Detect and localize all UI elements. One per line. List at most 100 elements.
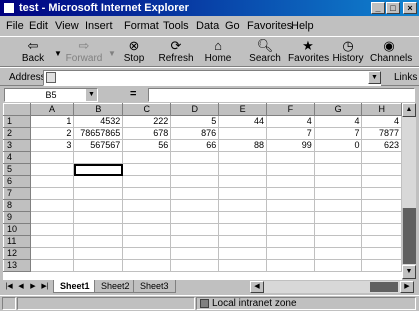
column-header[interactable]: D <box>170 103 220 116</box>
cell[interactable] <box>313 151 363 164</box>
back-history-dropdown[interactable]: ▼ <box>54 49 62 58</box>
cell[interactable]: 3 <box>29 139 75 152</box>
channels-button[interactable]: ◉ Channels <box>370 39 412 66</box>
cell[interactable] <box>361 151 402 164</box>
cell[interactable] <box>73 235 124 248</box>
cell[interactable] <box>266 211 315 224</box>
menu-tools[interactable]: Tools <box>163 20 189 33</box>
cell[interactable] <box>122 163 172 176</box>
sheet-tab-2[interactable]: Sheet2 <box>94 280 137 293</box>
cell[interactable] <box>73 223 124 236</box>
vertical-scroll-thumb[interactable] <box>402 208 416 264</box>
cell[interactable]: 2 <box>29 127 75 140</box>
cell[interactable]: 1 <box>29 115 75 128</box>
cell[interactable] <box>266 163 315 176</box>
cell[interactable] <box>122 247 172 260</box>
menu-format[interactable]: Format <box>124 20 159 33</box>
cell[interactable] <box>73 175 124 188</box>
cell[interactable] <box>313 211 363 224</box>
cell[interactable] <box>361 211 402 224</box>
row-header[interactable]: 6 <box>3 175 31 188</box>
maximize-button[interactable]: □ <box>386 2 400 14</box>
name-box-dropdown[interactable]: ▼ <box>86 89 97 101</box>
cell[interactable] <box>313 235 363 248</box>
cell[interactable] <box>73 199 124 212</box>
search-button[interactable]: 🔍︎ Search <box>247 39 283 66</box>
back-button[interactable]: ⇦ Back <box>16 39 50 66</box>
home-button[interactable]: ⌂ Home <box>202 39 234 66</box>
cell[interactable] <box>266 259 315 272</box>
cell[interactable] <box>122 199 172 212</box>
favorites-button[interactable]: ★ Favorites <box>288 39 329 66</box>
ie-window-icon[interactable] <box>3 2 15 14</box>
first-sheet-button[interactable]: |◀ <box>3 280 15 293</box>
cell[interactable] <box>218 199 267 212</box>
cell[interactable] <box>313 259 363 272</box>
cell[interactable]: 4532 <box>73 115 124 128</box>
name-box[interactable]: B5 <box>4 88 98 102</box>
column-header[interactable]: B <box>73 103 124 116</box>
forward-button[interactable]: ⇨ Forward <box>64 39 104 66</box>
spreadsheet-grid[interactable]: A B C D E F G H 1 1 4532 222 5 44 4 4 4 2 2 7865786… <box>3 103 402 281</box>
cell[interactable] <box>361 235 402 248</box>
cell[interactable] <box>313 175 363 188</box>
cell[interactable] <box>218 247 267 260</box>
history-button[interactable]: ◷ History <box>332 39 364 66</box>
cell[interactable] <box>266 235 315 248</box>
cell[interactable] <box>361 199 402 212</box>
cell[interactable] <box>218 175 267 188</box>
horizontal-scroll-thumb[interactable] <box>370 282 398 292</box>
cell[interactable] <box>218 187 267 200</box>
cell[interactable] <box>361 187 402 200</box>
row-header[interactable]: 1 <box>3 115 31 128</box>
cell[interactable] <box>361 175 402 188</box>
select-all-corner[interactable] <box>3 103 31 116</box>
cell[interactable] <box>361 223 402 236</box>
column-header[interactable]: H <box>361 103 402 116</box>
menu-edit[interactable]: Edit <box>29 20 48 33</box>
column-header[interactable]: C <box>122 103 172 116</box>
cell[interactable] <box>313 199 363 212</box>
cell[interactable] <box>29 247 75 260</box>
column-header[interactable]: A <box>29 103 75 116</box>
cell[interactable] <box>73 187 124 200</box>
row-header[interactable]: 7 <box>3 187 31 200</box>
cell[interactable] <box>29 151 75 164</box>
cell[interactable] <box>73 259 124 272</box>
cell[interactable] <box>170 199 220 212</box>
cell[interactable] <box>122 235 172 248</box>
scroll-right-button[interactable]: ▶ <box>400 281 414 293</box>
row-header[interactable]: 13 <box>3 259 31 272</box>
row-header[interactable]: 2 <box>3 127 31 140</box>
column-header[interactable]: F <box>266 103 315 116</box>
row-header[interactable]: 10 <box>3 223 31 236</box>
cell[interactable] <box>218 235 267 248</box>
cell[interactable] <box>170 187 220 200</box>
horizontal-scrollbar[interactable]: ◀ ▶ <box>250 281 414 293</box>
cell[interactable]: 567567 <box>73 139 124 152</box>
cell[interactable] <box>29 187 75 200</box>
cell[interactable]: 623 <box>361 139 402 152</box>
cell[interactable] <box>218 223 267 236</box>
cell[interactable] <box>122 259 172 272</box>
cell[interactable] <box>122 151 172 164</box>
cell[interactable]: 7 <box>266 127 315 140</box>
stop-button[interactable]: ⊗ Stop <box>119 39 149 66</box>
sheet-tab-3[interactable]: Sheet3 <box>133 280 176 293</box>
menu-help[interactable]: Help <box>291 20 314 33</box>
cell[interactable] <box>218 259 267 272</box>
formula-equals-button[interactable]: = <box>130 88 136 100</box>
cell[interactable]: 99 <box>266 139 315 152</box>
cell[interactable] <box>266 187 315 200</box>
cell[interactable]: 4 <box>266 115 315 128</box>
cell[interactable] <box>122 175 172 188</box>
cell[interactable] <box>29 235 75 248</box>
cell[interactable] <box>170 163 220 176</box>
links-button[interactable]: Links <box>394 72 417 83</box>
row-header[interactable]: 8 <box>3 199 31 212</box>
cell[interactable] <box>313 247 363 260</box>
menu-file[interactable]: File <box>6 20 24 33</box>
column-header[interactable]: E <box>218 103 267 116</box>
cell[interactable] <box>170 223 220 236</box>
row-header[interactable]: 11 <box>3 235 31 248</box>
